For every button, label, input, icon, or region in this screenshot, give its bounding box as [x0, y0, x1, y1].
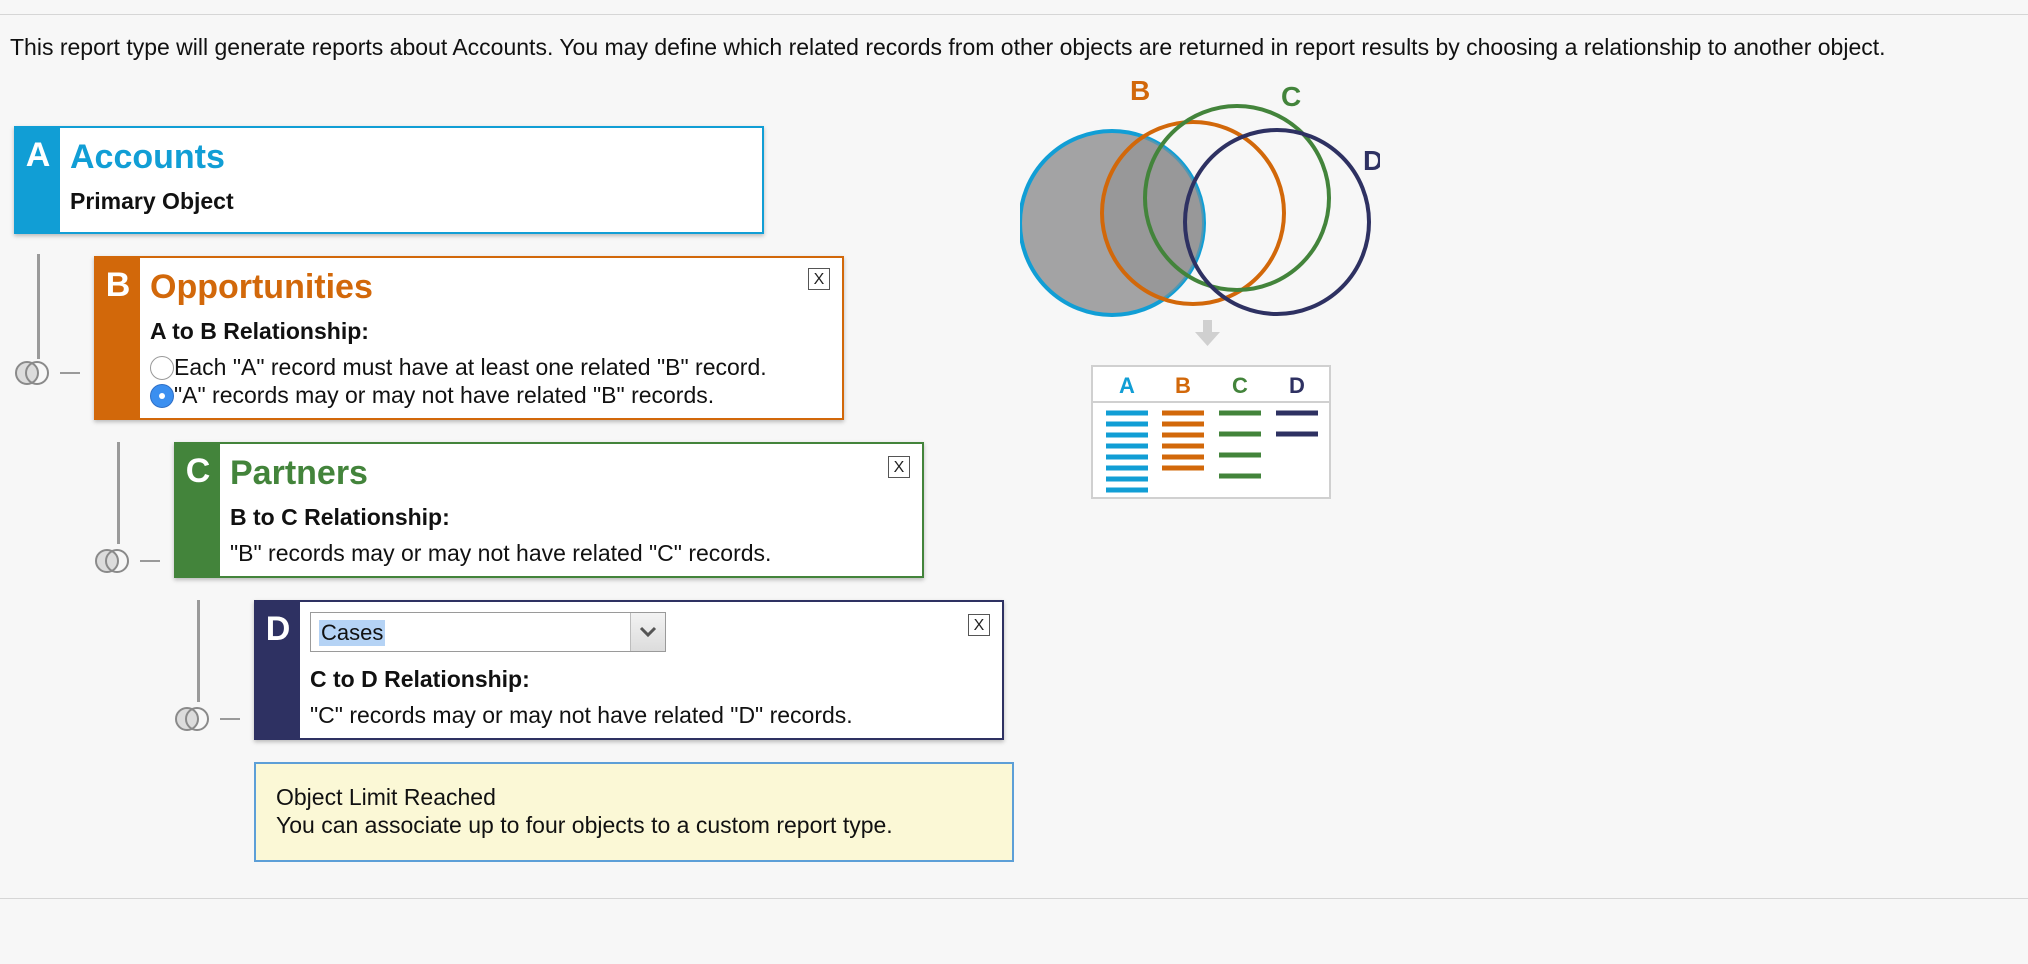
- object-strip-a: A: [16, 128, 60, 232]
- link-circles-icon: [95, 549, 129, 573]
- chevron-down-icon[interactable]: [630, 613, 665, 651]
- table-header-a: A: [1119, 373, 1135, 398]
- option-label: Each "A" record must have at least one r…: [174, 354, 767, 380]
- object-letter-c: C: [185, 452, 211, 490]
- object-strip-d: D: [256, 602, 300, 738]
- connector-line: [140, 560, 160, 562]
- arrow-down-icon: [1195, 320, 1220, 346]
- link-circles-icon: [15, 361, 49, 385]
- object-card-c: C Partners B to C Relationship: "B" reco…: [174, 442, 924, 578]
- top-divider: [0, 14, 2028, 15]
- object-select-d[interactable]: Cases: [310, 612, 666, 652]
- intro-text: This report type will generate reports a…: [10, 34, 1886, 60]
- object-strip-b: B: [96, 258, 140, 418]
- relationship-text-cd: "C" records may or may not have related …: [310, 702, 853, 728]
- venn-label-d: D: [1363, 145, 1380, 176]
- close-icon[interactable]: X: [888, 456, 910, 478]
- primary-object-label: Primary Object: [70, 188, 234, 214]
- object-limit-notice: Object Limit Reached You can associate u…: [254, 762, 1014, 862]
- object-card-d: D Cases C to D Relationship: "C" records…: [254, 600, 1004, 740]
- close-icon[interactable]: X: [808, 268, 830, 290]
- table-header-c: C: [1232, 373, 1248, 398]
- object-card-b: B Opportunities A to B Relationship: Eac…: [94, 256, 844, 420]
- radio-button[interactable]: [150, 355, 174, 380]
- object-title-a: Accounts: [70, 138, 225, 176]
- connector-line: [37, 254, 40, 359]
- object-card-a: A Accounts Primary Object: [14, 126, 764, 234]
- object-title-c: Partners: [230, 454, 368, 492]
- object-letter-d: D: [265, 610, 291, 648]
- object-letter-a: A: [25, 136, 51, 174]
- object-title-b: Opportunities: [150, 268, 373, 306]
- relationship-label-bc: B to C Relationship:: [230, 504, 450, 530]
- close-icon[interactable]: X: [968, 614, 990, 636]
- venn-circle-d: [1183, 128, 1371, 316]
- venn-label-c: C: [1281, 81, 1301, 112]
- select-value: Cases: [319, 620, 386, 646]
- connector-line: [117, 442, 120, 544]
- radio-button-selected[interactable]: [150, 383, 174, 408]
- notice-title: Object Limit Reached: [276, 784, 496, 810]
- connector-line: [220, 718, 240, 720]
- connector-line: [60, 372, 80, 374]
- connector-line: [197, 600, 200, 702]
- relationship-label-cd: C to D Relationship:: [310, 666, 530, 692]
- notice-message: You can associate up to four objects to …: [276, 812, 893, 838]
- object-strip-c: C: [176, 444, 220, 576]
- table-header-d: D: [1289, 373, 1305, 398]
- link-circles-icon: [175, 707, 209, 731]
- venn-label-b: B: [1130, 75, 1150, 106]
- relationship-label-ab: A to B Relationship:: [150, 318, 369, 344]
- option-label: "A" records may or may not have related …: [174, 382, 715, 408]
- table-header-b: B: [1175, 373, 1191, 398]
- relationship-diagram: A B C D A B C D: [1020, 75, 1380, 499]
- bottom-divider: [0, 898, 2028, 899]
- relationship-option-required[interactable]: Each "A" record must have at least one r…: [150, 354, 767, 381]
- relationship-option-optional[interactable]: "A" records may or may not have related …: [150, 382, 714, 409]
- relationship-text-bc: "B" records may or may not have related …: [230, 540, 772, 566]
- object-letter-b: B: [105, 266, 131, 304]
